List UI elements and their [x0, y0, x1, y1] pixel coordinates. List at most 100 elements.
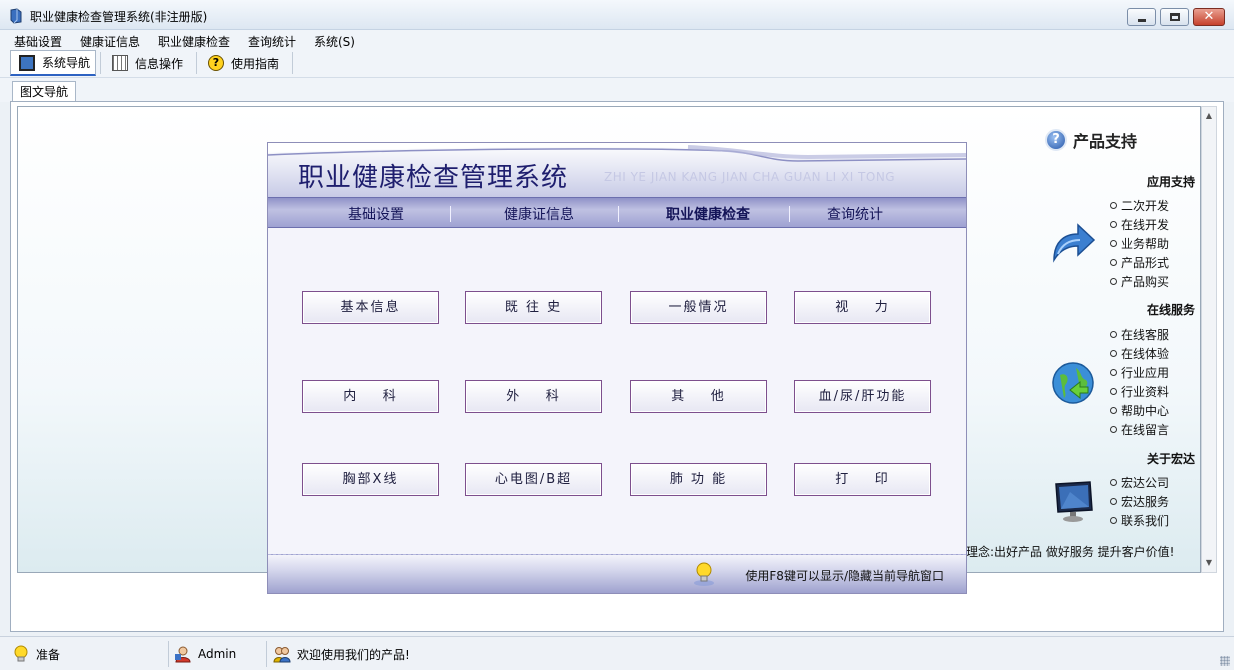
window-title-bar: 职业健康检查管理系统(非注册版) ✕: [0, 0, 1234, 30]
close-icon: ✕: [1203, 9, 1215, 24]
status-separator: [266, 641, 267, 667]
nav-tab-separator: [618, 206, 619, 222]
other-button[interactable]: 其 他: [630, 380, 767, 413]
product-support-header: ? 产品支持: [1045, 128, 1137, 152]
user-icon: [175, 646, 191, 663]
nav-banner: 职业健康检查管理系统 ZHI YE JIAN KANG JIAN CHA GUA…: [268, 143, 966, 197]
lightbulb-icon: [694, 562, 714, 586]
navigation-panel: 职业健康检查管理系统 ZHI YE JIAN KANG JIAN CHA GUA…: [267, 142, 967, 594]
section-title-app-support: 应用支持: [1146, 175, 1195, 189]
link-help-center[interactable]: 帮助中心: [1110, 402, 1169, 421]
menu-health-cert[interactable]: 健康证信息: [80, 33, 140, 50]
toolbar: 系统导航 信息操作 ? 使用指南: [0, 50, 1234, 78]
link-online-dev[interactable]: 在线开发: [1110, 216, 1169, 235]
question-icon: ?: [1045, 129, 1067, 151]
menu-occupational-exam[interactable]: 职业健康检查: [158, 33, 230, 50]
maximize-icon: [1170, 13, 1180, 21]
chest-xray-button[interactable]: 胸部X线: [302, 463, 439, 496]
nav-tab-basic-settings[interactable]: 基础设置: [301, 204, 451, 224]
lung-function-button[interactable]: 肺 功 能: [630, 463, 767, 496]
users-icon: [273, 647, 291, 663]
surgery-button[interactable]: 外 科: [465, 380, 602, 413]
help-icon: ?: [208, 55, 224, 71]
monitor-icon: [19, 54, 35, 71]
toolbar-guide-button[interactable]: ? 使用指南: [200, 50, 292, 76]
tab-graphic-nav[interactable]: 图文导航: [12, 81, 76, 103]
link-online-trial[interactable]: 在线体验: [1110, 345, 1169, 364]
print-button[interactable]: 打 印: [794, 463, 931, 496]
resize-grip-icon[interactable]: [1220, 656, 1230, 666]
nav-tab-occupational-exam[interactable]: 职业健康检查: [633, 204, 783, 224]
arrow-icon: [1053, 223, 1096, 263]
section-title-about: 关于宏达: [1146, 452, 1195, 466]
company-motto: 理念:出好产品 做好服务 提升客户价值!: [966, 545, 1175, 559]
link-product-purchase[interactable]: 产品购买: [1110, 273, 1169, 292]
toolbar-guide-label: 使用指南: [231, 56, 280, 71]
close-button[interactable]: ✕: [1193, 8, 1225, 26]
status-message: 欢迎使用我们的产品!: [273, 643, 410, 665]
about-links: 宏达公司 宏达服务 联系我们: [1110, 474, 1169, 531]
ecg-ultrasound-button[interactable]: 心电图/B超: [465, 463, 602, 496]
link-industry-app[interactable]: 行业应用: [1110, 364, 1169, 383]
nav-title: 职业健康检查管理系统: [298, 163, 569, 193]
nav-tab-separator: [450, 206, 451, 222]
medical-history-button[interactable]: 既 往 史: [465, 291, 602, 324]
link-industry-docs[interactable]: 行业资料: [1110, 383, 1169, 402]
status-username: Admin: [198, 647, 237, 661]
link-online-cs[interactable]: 在线客服: [1110, 326, 1169, 345]
blood-urine-liver-button[interactable]: 血/尿/肝功能: [794, 380, 931, 413]
scroll-down-icon[interactable]: ▼: [1204, 558, 1214, 568]
internal-medicine-button[interactable]: 内 科: [302, 380, 439, 413]
nav-button-area: 基本信息 既 往 史 一般情况 视 力 内 科 外 科 其 他 血/尿/肝功能 …: [268, 229, 966, 554]
status-welcome-text: 欢迎使用我们的产品!: [297, 647, 410, 662]
online-service-links: 在线客服 在线体验 行业应用 行业资料 帮助中心 在线留言: [1110, 326, 1169, 440]
toolbar-info-ops-button[interactable]: 信息操作: [104, 50, 192, 76]
minimize-button[interactable]: [1127, 8, 1156, 26]
link-product-form[interactable]: 产品形式: [1110, 254, 1169, 273]
toolbar-separator: [196, 52, 197, 74]
window-title: 职业健康检查管理系统(非注册版): [30, 10, 208, 24]
menu-system[interactable]: 系统(S): [314, 33, 355, 50]
minimize-icon: [1138, 19, 1146, 22]
nav-tab-bar: 基础设置 健康证信息 职业健康检查 查询统计: [268, 197, 966, 228]
grid-icon: [112, 55, 128, 71]
vertical-scrollbar[interactable]: ▲ ▼: [1201, 106, 1217, 573]
link-business-help[interactable]: 业务帮助: [1110, 235, 1169, 254]
nav-footer: 使用F8键可以显示/隐藏当前导航窗口: [268, 554, 966, 593]
status-ready-text: 准备: [36, 647, 61, 662]
status-ready: 准备: [12, 643, 60, 665]
section-title-online-service: 在线服务: [1146, 303, 1195, 317]
f8-hint: 使用F8键可以显示/隐藏当前导航窗口: [745, 569, 944, 583]
scroll-up-icon[interactable]: ▲: [1204, 111, 1214, 121]
toolbar-info-ops-label: 信息操作: [135, 56, 184, 71]
link-secondary-dev[interactable]: 二次开发: [1110, 197, 1169, 216]
toolbar-system-nav-button[interactable]: 系统导航: [10, 50, 96, 76]
link-contact[interactable]: 联系我们: [1110, 512, 1169, 531]
lightbulb-icon: [14, 645, 28, 662]
status-user: Admin: [174, 643, 236, 665]
menu-query-stats[interactable]: 查询统计: [248, 33, 296, 50]
menu-bar: 基础设置 健康证信息 职业健康检查 查询统计 系统(S): [0, 30, 1234, 50]
toolbar-separator: [100, 52, 101, 74]
link-company[interactable]: 宏达公司: [1110, 474, 1169, 493]
document-tab-strip: 图文导航: [0, 78, 1234, 103]
product-support-panel: ? 产品支持 应用支持 二次开发 在线开发 业务帮助 产品形式 产品购买 在线服…: [960, 120, 1200, 570]
status-separator: [168, 641, 169, 667]
link-online-message[interactable]: 在线留言: [1110, 421, 1169, 440]
vision-button[interactable]: 视 力: [794, 291, 931, 324]
monitor-icon: [1055, 481, 1093, 522]
nav-tab-health-cert[interactable]: 健康证信息: [464, 204, 614, 224]
nav-tab-query-stats[interactable]: 查询统计: [780, 204, 930, 224]
link-services[interactable]: 宏达服务: [1110, 493, 1169, 512]
toolbar-system-nav-label: 系统导航: [42, 56, 91, 70]
general-condition-button[interactable]: 一般情况: [630, 291, 767, 324]
product-support-title: 产品支持: [1073, 132, 1138, 151]
basic-info-button[interactable]: 基本信息: [302, 291, 439, 324]
nav-subtitle: ZHI YE JIAN KANG JIAN CHA GUAN LI XI TON…: [604, 170, 896, 184]
status-bar: 准备 Admin 欢迎使用我们的产品!: [0, 636, 1234, 670]
menu-basic-settings[interactable]: 基础设置: [14, 33, 62, 50]
app-icon: [10, 8, 22, 24]
globe-icon: [1052, 362, 1094, 404]
app-support-links: 二次开发 在线开发 业务帮助 产品形式 产品购买: [1110, 197, 1169, 292]
maximize-button[interactable]: [1160, 8, 1189, 26]
